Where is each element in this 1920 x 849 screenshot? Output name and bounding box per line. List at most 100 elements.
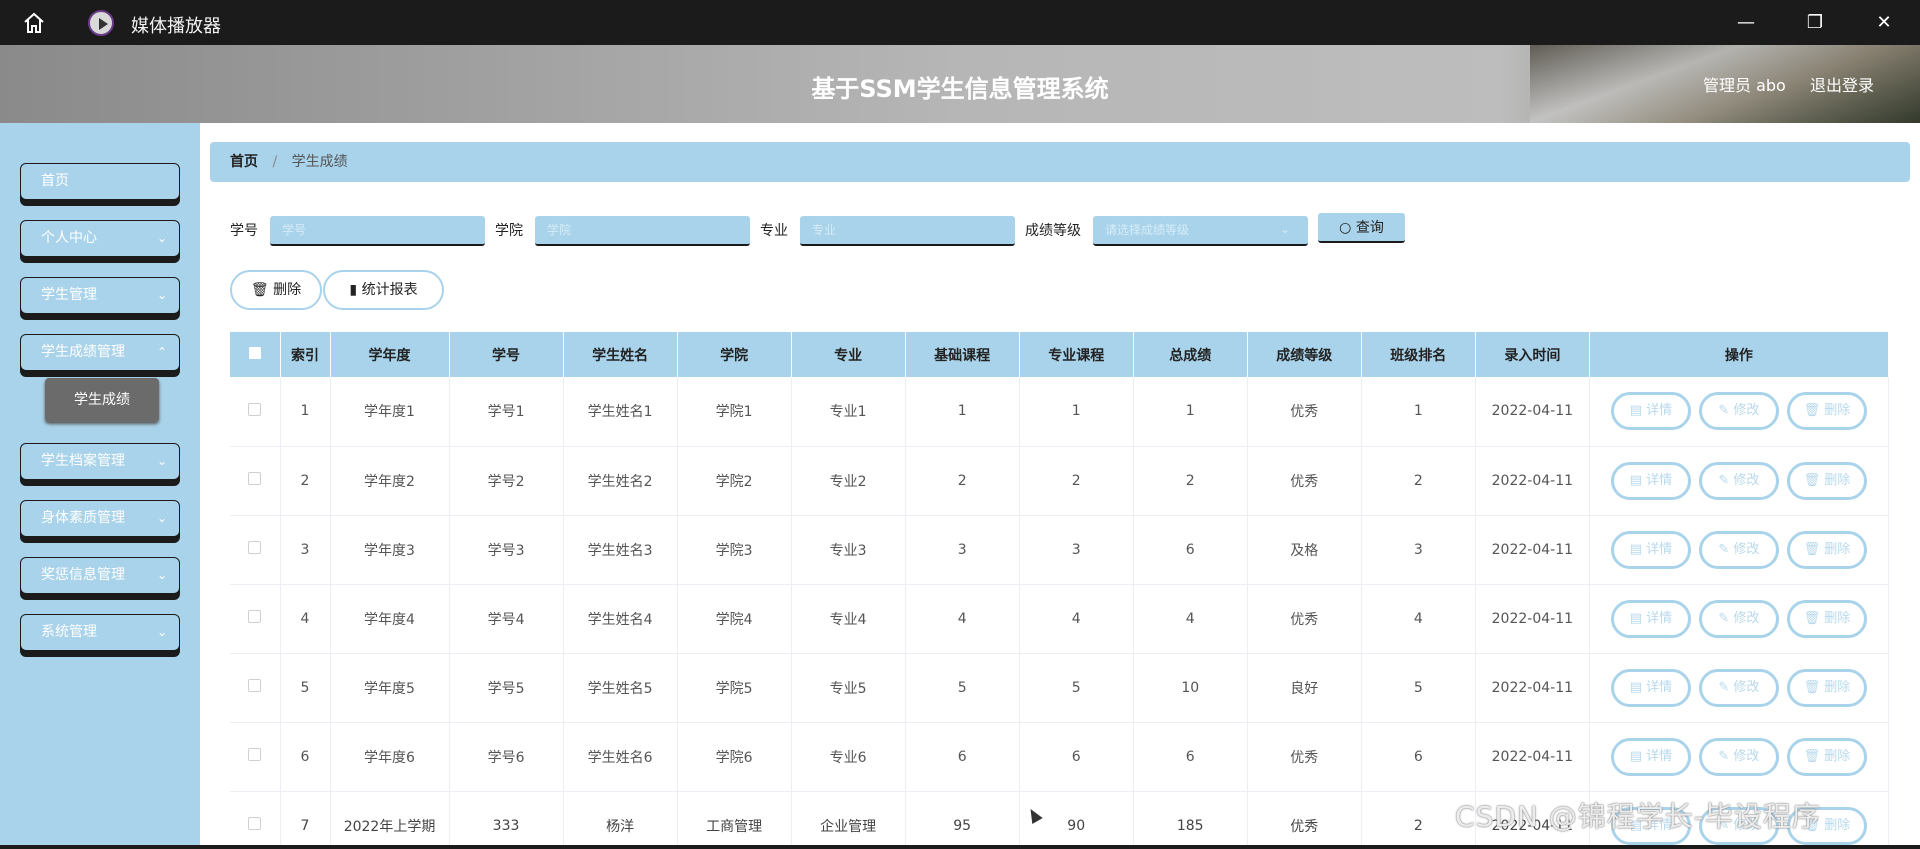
report-button[interactable]: ▮ 统计报表 [323, 270, 444, 310]
table-cell: 1 [1019, 377, 1134, 447]
sidebar-item-personal-center[interactable]: 个人中心 ⌄ [20, 220, 180, 257]
sidebar-item-physical-management[interactable]: 身体素质管理 ⌄ [20, 500, 180, 537]
row-select-cell[interactable] [230, 791, 281, 849]
chevron-down-icon: ⌄ [156, 288, 167, 302]
grade-level-label: 成绩等级 [1025, 223, 1081, 239]
table-cell: 1 [1361, 377, 1476, 447]
row-checkbox[interactable] [248, 817, 262, 830]
row-checkbox[interactable] [248, 679, 262, 692]
bulk-delete-label: 删除 [273, 282, 302, 298]
table-cell: 4 [1133, 584, 1248, 654]
table-cell: 2022年上学期 [330, 791, 450, 849]
chevron-down-icon: ⌄ [156, 231, 167, 245]
row-select-cell[interactable] [230, 377, 281, 447]
close-button[interactable]: ✕ [1869, 10, 1899, 36]
row-select-cell[interactable] [230, 515, 281, 585]
home-icon[interactable] [22, 11, 46, 35]
column-header: 录入时间 [1475, 332, 1590, 377]
row-select-cell[interactable] [230, 653, 281, 723]
sidebar-item-archive-management[interactable]: 学生档案管理 ⌄ [20, 443, 180, 480]
column-header: 学生姓名 [563, 332, 678, 377]
logout-link[interactable]: 退出登录 [1810, 72, 1874, 96]
detail-button[interactable]: ▤ 详情 [1610, 461, 1691, 500]
sidebar: 首页 个人中心 ⌄ 学生管理 ⌄ 学生成绩管理 ⌃ 学生成绩 学生档案管理 ⌄ … [0, 123, 200, 849]
table-cell: 杨洋 [563, 791, 678, 849]
delete-button[interactable]: 🗑 删除 [1786, 737, 1867, 776]
sidebar-item-label: 首页 [41, 173, 69, 189]
chevron-down-icon: ⌄ [156, 454, 167, 468]
table-cell: 2022-04-11 [1475, 722, 1590, 792]
detail-button[interactable]: ▤ 详情 [1610, 668, 1691, 707]
delete-button[interactable]: 🗑 删除 [1786, 392, 1867, 431]
edit-button[interactable]: ✎ 修改 [1698, 461, 1779, 500]
edit-button-label: 修改 [1733, 610, 1760, 626]
watermark: CSDN @锦程学长-毕设程序 [1455, 800, 1821, 833]
edit-button[interactable]: ✎ 修改 [1698, 530, 1779, 569]
table-cell: 学院4 [677, 584, 792, 654]
table-cell: 学号2 [449, 446, 564, 516]
table-cell: 学年度1 [330, 377, 450, 447]
select-all-checkbox[interactable] [247, 345, 262, 360]
grade-level-select[interactable] [1093, 216, 1308, 246]
table-cell: 专业1 [791, 377, 906, 447]
table-cell: 1 [905, 377, 1020, 447]
current-user: 管理员 abo [1703, 76, 1786, 95]
delete-button[interactable]: 🗑 删除 [1786, 599, 1867, 638]
delete-button[interactable]: 🗑 删除 [1786, 461, 1867, 500]
table-row: 2 学年度2 学号2 学生姓名2 学院2 专业2 2 2 2 优秀 2 2022-04-11 ▤ 详情 ✎… [230, 446, 1889, 516]
edit-button[interactable]: ✎ 修改 [1698, 599, 1779, 638]
table-header-row: 索引 学年度 学号 学生姓名 学院 专业 基础课程 专业课程 总成绩 成绩等级 … [230, 332, 1889, 377]
edit-button[interactable]: ✎ 修改 [1698, 668, 1779, 707]
college-input[interactable] [535, 216, 750, 246]
sidebar-item-reward-management[interactable]: 奖惩信息管理 ⌄ [20, 557, 180, 594]
column-header: 操作 [1589, 332, 1889, 377]
edit-button[interactable]: ✎ 修改 [1698, 392, 1779, 431]
row-checkbox[interactable] [248, 610, 262, 623]
select-all-cell[interactable] [230, 332, 281, 377]
query-button[interactable]: ○ 查询 [1318, 213, 1405, 243]
breadcrumb-home[interactable]: 首页 [230, 154, 258, 170]
table-cell: 2022-04-11 [1475, 515, 1590, 585]
table-cell: 95 [905, 791, 1020, 849]
table-row: 4 学年度4 学号4 学生姓名4 学院4 专业4 4 4 4 优秀 4 2022-04-11 ▤ 详情 ✎… [230, 584, 1889, 654]
bulk-delete-button[interactable]: 🗑 删除 [230, 270, 322, 310]
table-cell: 工商管理 [677, 791, 792, 849]
edit-button[interactable]: ✎ 修改 [1698, 737, 1779, 776]
chevron-down-icon: ⌄ [156, 568, 167, 582]
delete-button[interactable]: 🗑 删除 [1786, 530, 1867, 569]
sidebar-item-score-management[interactable]: 学生成绩管理 ⌃ [20, 334, 180, 371]
table-cell: 专业5 [791, 653, 906, 723]
edit-icon: ✎ [1718, 748, 1734, 764]
scores-table-container: 索引 学年度 学号 学生姓名 学院 专业 基础课程 专业课程 总成绩 成绩等级 … [230, 332, 1889, 849]
maximize-button[interactable]: ❐ [1800, 10, 1830, 36]
table-cell: 学生姓名5 [563, 653, 678, 723]
table-cell: 优秀 [1247, 377, 1362, 447]
row-select-cell[interactable] [230, 446, 281, 516]
row-checkbox[interactable] [248, 472, 262, 485]
row-checkbox[interactable] [248, 402, 262, 416]
delete-button[interactable]: 🗑 删除 [1786, 668, 1867, 707]
row-select-cell[interactable] [230, 584, 281, 654]
detail-button[interactable]: ▤ 详情 [1610, 392, 1691, 431]
table-body: 1 学年度1 学号1 学生姓名1 学院1 专业1 1 1 1 优秀 1 2022-04-11 ▤ 详情 ✎… [230, 377, 1889, 849]
sidebar-item-system-management[interactable]: 系统管理 ⌄ [20, 614, 180, 651]
sidebar-item-label: 学生成绩管理 [41, 344, 125, 360]
edit-button-label: 修改 [1733, 748, 1760, 764]
sidebar-item-home[interactable]: 首页 [20, 163, 180, 200]
detail-button[interactable]: ▤ 详情 [1610, 530, 1691, 569]
minimize-button[interactable]: — [1731, 10, 1761, 36]
detail-button[interactable]: ▤ 详情 [1610, 599, 1691, 638]
sidebar-subitem-student-scores[interactable]: 学生成绩 [45, 378, 159, 422]
row-checkbox[interactable] [248, 541, 262, 554]
column-header: 成绩等级 [1247, 332, 1362, 377]
student-id-input[interactable] [270, 216, 485, 246]
row-select-cell[interactable] [230, 722, 281, 792]
edit-button-label: 修改 [1733, 541, 1760, 557]
sidebar-item-label: 身体素质管理 [41, 510, 125, 526]
sidebar-item-label: 系统管理 [41, 624, 97, 640]
major-input[interactable] [800, 216, 1015, 246]
detail-button[interactable]: ▤ 详情 [1610, 737, 1691, 776]
row-checkbox[interactable] [248, 748, 262, 761]
report-label: 统计报表 [361, 282, 418, 298]
sidebar-item-student-management[interactable]: 学生管理 ⌄ [20, 277, 180, 314]
